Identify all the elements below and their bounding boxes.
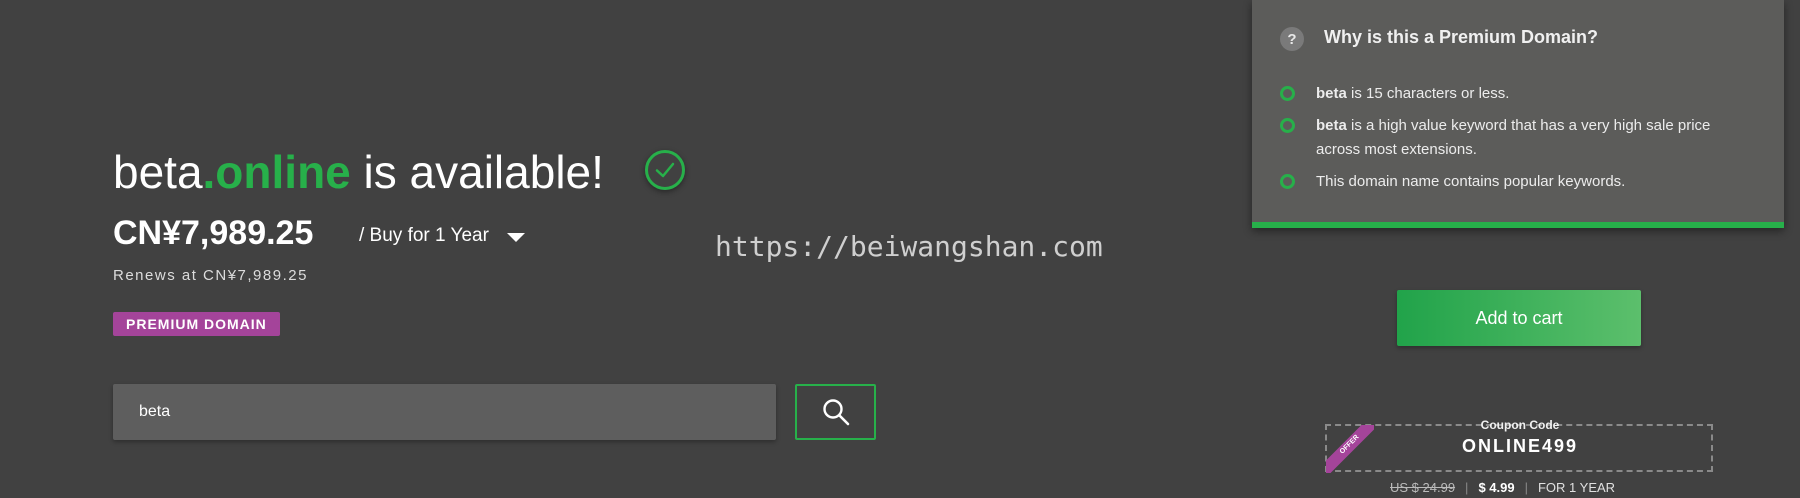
chevron-down-icon [506, 232, 525, 242]
list-item: beta is 15 characters or less. [1280, 82, 1730, 106]
separator: | [1465, 480, 1469, 495]
keyword: beta [1316, 117, 1347, 134]
list-item: beta is a high value keyword that has a … [1280, 114, 1730, 162]
circle-bullet-icon [1280, 174, 1295, 189]
reason-text: is 15 characters or less. [1346, 85, 1510, 102]
premium-info-panel: ? Why is this a Premium Domain? beta is … [1252, 0, 1784, 228]
availability-text: is available! [350, 146, 604, 198]
premium-reasons-list: beta is 15 characters or less. beta is a… [1280, 82, 1730, 202]
coupon-label: Coupon Code [1480, 418, 1560, 432]
domain-price: CN¥7,989.25 [113, 214, 314, 252]
search-button[interactable] [795, 384, 876, 440]
domain-sld: beta [113, 146, 203, 198]
renewal-price: Renews at CN¥7,989.25 [113, 267, 308, 284]
period-label: / Buy for 1 Year [359, 225, 489, 246]
period-dropdown[interactable]: / Buy for 1 Year [359, 223, 525, 249]
search-icon [822, 399, 849, 426]
reason-text: is a high value keyword that has a very … [1316, 117, 1711, 158]
watermark-url: https://beiwangshan.com [715, 230, 1103, 263]
coupon-code: ONLINE499 [1461, 436, 1579, 456]
available-check-icon [645, 150, 685, 190]
circle-bullet-icon [1280, 86, 1295, 101]
discount-price: $ 4.99 [1478, 480, 1515, 495]
question-icon: ? [1280, 27, 1304, 51]
keyword: beta [1316, 85, 1347, 102]
separator: | [1524, 480, 1528, 495]
coupon-pricing: US $ 24.99 | $ 4.99 | FOR 1 YEAR [1390, 480, 1615, 495]
coupon-term: FOR 1 YEAR [1537, 480, 1616, 495]
domain-search-field[interactable] [113, 384, 776, 440]
list-item: This domain name contains popular keywor… [1280, 170, 1730, 194]
availability-headline: beta.online is available! [113, 144, 604, 200]
reason-text: This domain name contains popular keywor… [1316, 173, 1626, 190]
domain-tld: .online [202, 146, 351, 198]
premium-domain-badge: PREMIUM DOMAIN [113, 312, 280, 336]
premium-panel-title: Why is this a Premium Domain? [1324, 27, 1599, 47]
circle-bullet-icon [1280, 118, 1295, 133]
original-price: US $ 24.99 [1390, 480, 1456, 495]
domain-search-input[interactable] [113, 384, 776, 440]
add-to-cart-button[interactable]: Add to cart [1397, 290, 1641, 346]
